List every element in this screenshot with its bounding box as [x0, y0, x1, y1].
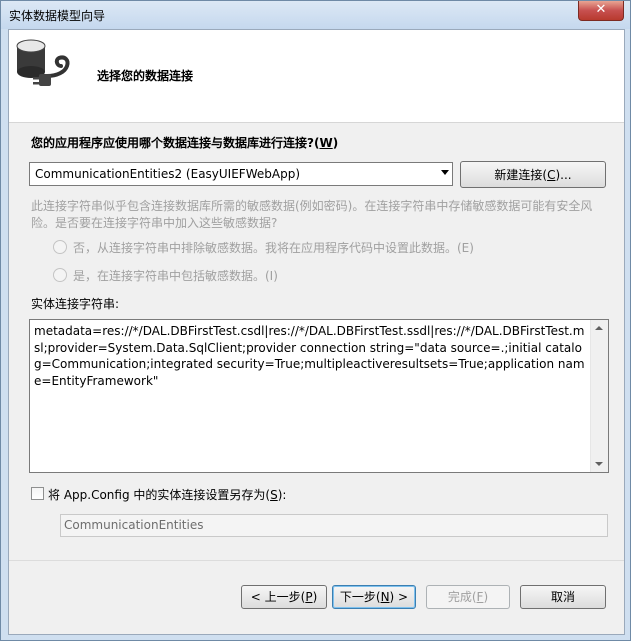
window-title: 实体数据模型向导 — [9, 9, 106, 23]
connection-name-value: CommunicationEntities — [64, 518, 204, 532]
scroll-down-icon[interactable] — [595, 462, 603, 466]
scroll-up-icon[interactable] — [595, 326, 603, 330]
dialog-content: 选择您的数据连接 您的应用程序应使用哪个数据连接与数据库进行连接?(W) Com… — [8, 29, 625, 635]
next-button[interactable]: 下一步(N) > — [332, 585, 416, 609]
footer-divider — [9, 560, 624, 561]
entity-connection-string: metadata=res://*/DAL.DBFirstTest.csdl|re… — [34, 324, 585, 388]
new-connection-button[interactable]: 新建连接(C)... — [460, 161, 606, 188]
sensitive-data-description: 此连接字符串似乎包含连接数据库所需的敏感数据(例如密码)。在连接字符串中存储敏感… — [31, 199, 593, 230]
wizard-window: 实体数据模型向导 ✕ 选择您的数据连接 您的应用程序应使用哪个数据连接与数据库进… — [0, 0, 631, 641]
wizard-header: 选择您的数据连接 — [9, 30, 624, 123]
entity-connection-textarea[interactable]: metadata=res://*/DAL.DBFirstTest.csdl|re… — [29, 319, 609, 473]
save-setting-checkbox[interactable] — [31, 487, 44, 500]
close-button[interactable]: ✕ — [578, 1, 624, 21]
connection-name-field[interactable]: CommunicationEntities — [60, 514, 608, 537]
include-sensitive-label: 是，在连接字符串中包括敏感数据。(I) — [73, 269, 278, 283]
connection-question-label: 您的应用程序应使用哪个数据连接与数据库进行连接?(W) — [31, 136, 339, 150]
cancel-button[interactable]: 取消 — [520, 585, 606, 609]
database-plug-icon — [16, 39, 70, 86]
vertical-scrollbar[interactable] — [590, 320, 608, 472]
page-title: 选择您的数据连接 — [97, 69, 194, 83]
finish-button[interactable]: 完成(F) — [426, 585, 510, 609]
back-button[interactable]: < 上一步(P) — [241, 585, 327, 609]
title-bar[interactable]: 实体数据模型向导 ✕ — [1, 1, 630, 29]
connection-select-value: CommunicationEntities2 (EasyUIEFWebApp) — [35, 167, 300, 181]
close-icon: ✕ — [595, 2, 607, 17]
entity-connection-label: 实体连接字符串: — [31, 297, 120, 311]
save-setting-label: 将 App.Config 中的实体连接设置另存为(S): — [48, 488, 287, 502]
include-sensitive-radio[interactable] — [53, 268, 67, 282]
connection-select[interactable]: CommunicationEntities2 (EasyUIEFWebApp) — [29, 162, 453, 186]
chevron-down-icon — [441, 170, 449, 175]
exclude-sensitive-label: 否，从连接字符串中排除敏感数据。我将在应用程序代码中设置此数据。(E) — [73, 241, 474, 255]
exclude-sensitive-radio[interactable] — [53, 240, 67, 254]
